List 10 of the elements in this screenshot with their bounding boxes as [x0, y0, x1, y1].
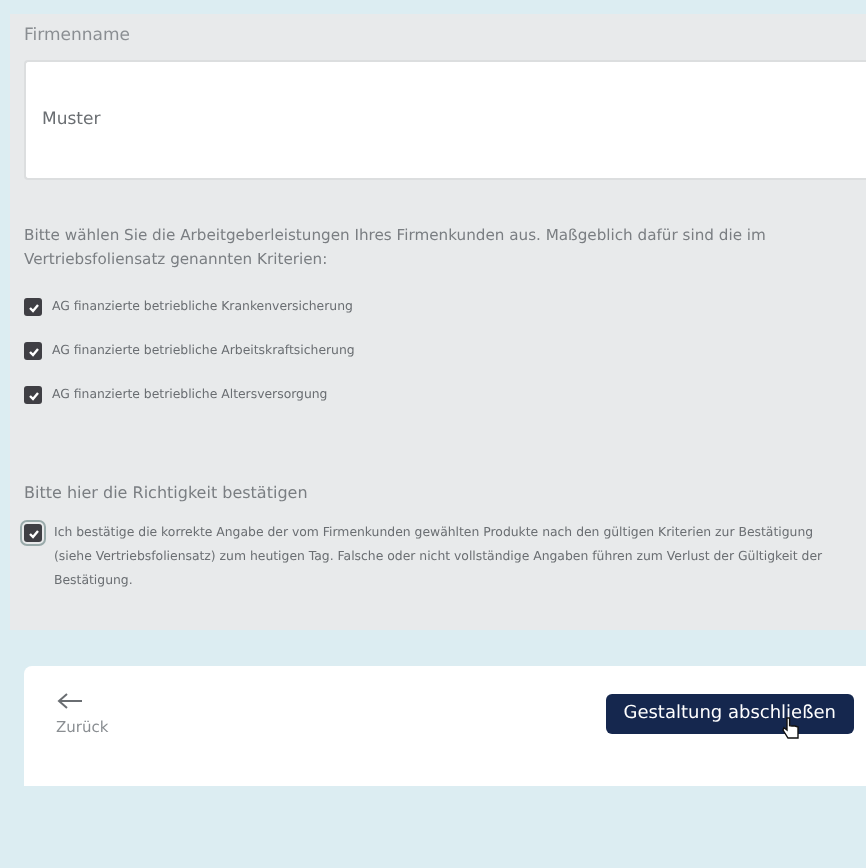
company-name-field[interactable]: Muster	[24, 60, 866, 180]
submit-button[interactable]: Gestaltung abschließen	[605, 694, 854, 734]
section-heading: Bitte hier die Richtigkeit bestätigen	[24, 484, 310, 502]
checkbox[interactable]	[24, 298, 42, 316]
checkbox[interactable]	[24, 386, 42, 404]
checkbox[interactable]	[24, 524, 42, 542]
checkbox[interactable]	[24, 342, 42, 360]
back-arrow-icon	[56, 692, 84, 710]
field-label: Firmenname	[24, 24, 132, 50]
hand-cursor-icon	[781, 716, 800, 740]
